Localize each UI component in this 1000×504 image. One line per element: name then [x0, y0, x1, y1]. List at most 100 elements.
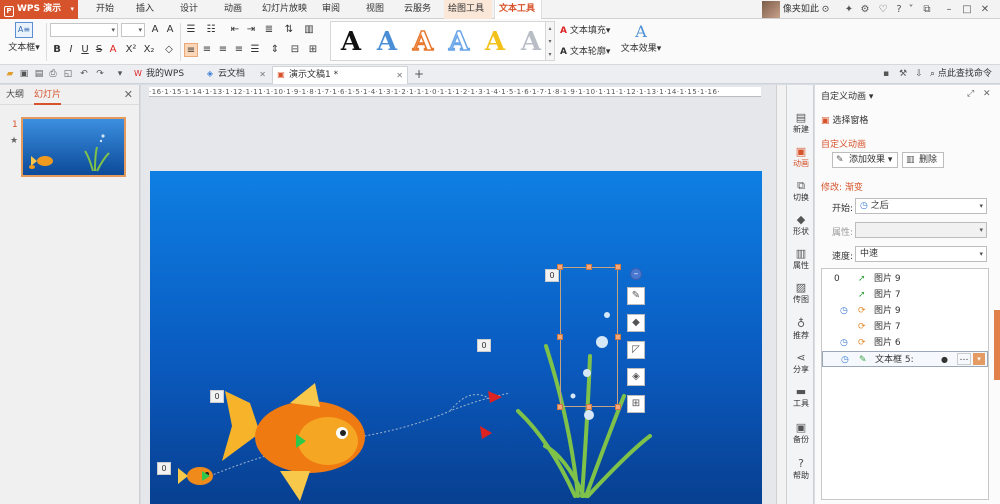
resize-handle[interactable] [557, 334, 563, 340]
line-spacing-icon[interactable]: ≣ [262, 23, 276, 37]
list-item[interactable]: ➚ 图片 7 [822, 287, 988, 303]
tab-cloud-docs[interactable]: ◈ 云文档 ✕ [202, 66, 270, 84]
gallery-scroll[interactable]: ▴ ▾ ▾ [546, 21, 555, 61]
close-icon[interactable]: ✕ [259, 66, 266, 83]
animation-list[interactable]: 0 ➚ 图片 9 ➚ 图片 7 ◷ ⟳ 图片 9 ⟳ 图片 7 ◷ ⟳ 图片 6… [821, 268, 989, 500]
delete-button[interactable]: ▥ 删除 [902, 152, 944, 168]
maximize-icon[interactable]: □ [960, 2, 974, 17]
list-item[interactable]: ◷ ⟳ 图片 6 [822, 335, 988, 351]
outline-icon[interactable]: ◸ [627, 341, 645, 359]
wordart-style-blue-outline[interactable]: A [443, 26, 475, 58]
font-color-icon[interactable]: A [106, 43, 120, 57]
tab-presentation1[interactable]: ▣ 演示文稿1 * ✕ [272, 66, 408, 84]
wordart-style-orange-outline[interactable]: A [407, 26, 439, 58]
tools-icon[interactable]: ⚒ [897, 68, 909, 80]
more-icon[interactable]: … [957, 353, 971, 365]
user-area[interactable]: 像夹如此 ⊙ [762, 0, 829, 19]
customize-toolbar-icon[interactable]: ▾ [114, 68, 126, 80]
fill-icon[interactable]: ◆ [627, 314, 645, 332]
bookmark-icon[interactable]: ♡ [876, 2, 890, 17]
wordart-style-gray[interactable]: A [515, 26, 547, 58]
justify-icon[interactable]: ≡ [232, 43, 246, 57]
new-tab-icon[interactable]: + [413, 68, 425, 80]
select-pane-link[interactable]: ▣ 选择窗格 [821, 113, 868, 126]
edit-shape-icon[interactable]: ✎ [627, 287, 645, 305]
text-effect-button[interactable]: A 文本效果▾ [620, 22, 662, 54]
sidebar-item-tools[interactable]: ▬ 工具 [787, 385, 815, 409]
menu-design[interactable]: 设计 [176, 0, 202, 19]
subscript-icon[interactable]: X₂ [142, 43, 156, 57]
animation-order-tag[interactable]: 0 [477, 339, 491, 352]
sidebar-item-properties[interactable]: ▥ 属性 [787, 247, 815, 271]
menu-text-tools[interactable]: 文本工具 [494, 0, 542, 20]
pane-edge-handle[interactable] [994, 310, 1000, 380]
resize-handle[interactable] [586, 404, 592, 410]
text-outline-button[interactable]: A 文本轮廓▾ [560, 44, 610, 57]
layers-icon[interactable]: ◈ [627, 368, 645, 386]
resize-handle[interactable] [557, 404, 563, 410]
paragraph-spacing-icon[interactable]: ⇕ [268, 43, 282, 57]
speed-select[interactable]: 中速 ▾ [855, 246, 987, 262]
vertical-align-icon[interactable]: ⊟ [288, 43, 302, 57]
sidebar-item-upload-image[interactable]: ▨ 传图 [787, 281, 815, 305]
wordart-style-black[interactable]: A [335, 26, 367, 58]
restore-window-icon[interactable]: ⧉ [920, 2, 934, 17]
animation-order-tag[interactable]: 0 [157, 462, 171, 475]
sidebar-item-new[interactable]: ▤ 新建 [787, 111, 815, 135]
sidebar-item-animation[interactable]: ▣ 动画 [787, 145, 815, 169]
resize-handle[interactable] [586, 264, 592, 270]
columns-icon[interactable]: ▥ [302, 23, 316, 37]
tab-outline[interactable]: 大纲 [6, 85, 24, 105]
close-icon[interactable]: ✕ [124, 88, 133, 101]
menu-animation[interactable]: 动画 [220, 0, 246, 19]
align-left-icon[interactable]: ≡ [184, 43, 198, 57]
open-folder-icon[interactable]: ▰ [4, 68, 16, 80]
selection-box[interactable] [560, 267, 618, 407]
italic-icon[interactable]: I [64, 43, 78, 57]
slide-canvas[interactable]: 0 0 0 0 – ✎ ◆ ◸ ◈ ⊞ [150, 171, 762, 504]
text-wrap-icon[interactable]: ⊞ [306, 43, 320, 57]
text-wrap-icon[interactable]: ⊞ [627, 395, 645, 413]
app-menu-button[interactable]: P WPS 演示 ▾ [0, 0, 78, 19]
minus-icon[interactable]: – [630, 268, 642, 280]
font-size-select[interactable]: ▾ [121, 23, 145, 37]
resize-handle[interactable] [615, 264, 621, 270]
close-icon[interactable]: ✕ [983, 89, 991, 99]
wordart-style-blue[interactable]: A [371, 26, 403, 58]
pin-icon[interactable]: ⇩ [913, 68, 925, 80]
start-select[interactable]: ◷ 之后 ▾ [855, 198, 987, 214]
underline-icon[interactable]: U [78, 43, 92, 57]
resize-handle[interactable] [557, 264, 563, 270]
menu-cloud[interactable]: 云服务 [400, 0, 435, 19]
font-family-select[interactable]: ▾ [50, 23, 118, 37]
sidebar-item-share[interactable]: ⋖ 分享 [787, 351, 815, 375]
bullet-list-icon[interactable]: ☰ [184, 23, 198, 37]
undo-icon[interactable]: ↶ [78, 68, 90, 80]
sidebar-item-recommend[interactable]: ♁ 推荐 [787, 317, 815, 341]
sidebar-item-backup[interactable]: ▣ 备份 [787, 421, 815, 445]
minimize-icon[interactable]: – [942, 2, 956, 17]
superscript-icon[interactable]: X² [124, 43, 138, 57]
chevron-down-icon[interactable]: ▾ [973, 353, 985, 365]
textbox-button[interactable]: A≡ 文本框▾ [4, 22, 44, 53]
list-item[interactable]: 0 ➚ 图片 9 [822, 271, 988, 287]
print-icon[interactable]: ⎙ [47, 68, 59, 80]
menu-insert[interactable]: 插入 [132, 0, 158, 19]
distribute-icon[interactable]: ☰ [248, 43, 262, 57]
bold-icon[interactable]: B [50, 43, 64, 57]
tab-my-wps[interactable]: W 我的WPS [130, 66, 198, 84]
strikethrough-icon[interactable]: S [92, 43, 106, 57]
settings-icon[interactable]: ⚙ [858, 2, 872, 17]
export-pdf-icon[interactable]: ▤ [33, 68, 45, 80]
list-item-selected[interactable]: ◷ ✎ 文本框 5: ● … ▾ [822, 351, 988, 367]
redo-icon[interactable]: ↷ [94, 68, 106, 80]
sidebar-item-shapes[interactable]: ◆ 形状 [787, 213, 815, 237]
close-icon[interactable]: ✕ [978, 2, 992, 17]
text-direction-icon[interactable]: ⇅ [282, 23, 296, 37]
close-icon[interactable]: ✕ [396, 67, 403, 84]
property-select[interactable]: ▾ [855, 222, 987, 238]
pin-icon[interactable]: ⤢ [967, 89, 974, 99]
print-preview-icon[interactable]: ◱ [62, 68, 74, 80]
resize-handle[interactable] [615, 334, 621, 340]
skin-icon[interactable]: ✦ [842, 2, 856, 17]
